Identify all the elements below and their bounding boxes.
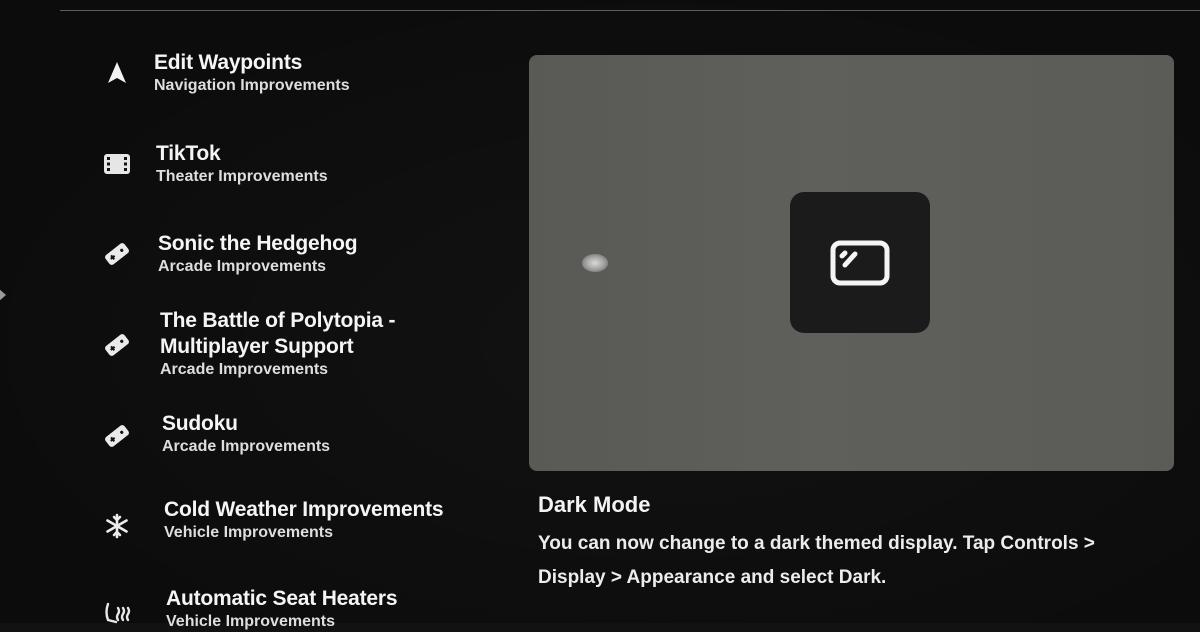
release-notes-list: Edit Waypoints Navigation Improvements T… bbox=[100, 0, 500, 630]
screen-glare bbox=[582, 254, 608, 272]
release-item-title: TikTok bbox=[156, 142, 221, 165]
display-appearance-icon bbox=[830, 240, 890, 285]
release-item-subtitle: Arcade Improvements bbox=[158, 258, 327, 275]
release-item-title: Edit Waypoints bbox=[154, 51, 303, 74]
arcade-controller-icon bbox=[100, 330, 134, 360]
feature-description: You can now change to a dark themed disp… bbox=[538, 533, 1095, 588]
release-item-title: Automatic Seat Heaters bbox=[166, 587, 398, 610]
arcade-controller-icon bbox=[100, 239, 134, 269]
release-item-title: Sonic the Hedgehog bbox=[158, 232, 358, 255]
release-item-title: Cold Weather Improvements bbox=[164, 498, 444, 521]
feature-preview-panel bbox=[529, 55, 1174, 471]
release-item-title-line2: Multiplayer Support bbox=[160, 335, 354, 358]
collapse-arrow-icon[interactable] bbox=[0, 288, 6, 302]
navigation-arrow-icon bbox=[100, 58, 134, 88]
release-item-title: The Battle of Polytopia - bbox=[160, 309, 396, 332]
preview-app-tile bbox=[790, 192, 930, 333]
release-item-subtitle: Vehicle Improvements bbox=[164, 524, 333, 541]
snowflake-icon bbox=[100, 511, 134, 541]
arcade-controller-icon bbox=[100, 421, 134, 451]
theater-film-icon bbox=[100, 149, 134, 179]
feature-title: Dark Mode bbox=[538, 492, 651, 517]
release-item-subtitle: Navigation Improvements bbox=[154, 77, 350, 94]
release-item-subtitle: Arcade Improvements bbox=[160, 361, 329, 378]
release-item-subtitle: Theater Improvements bbox=[156, 168, 328, 185]
release-item-title: Sudoku bbox=[162, 412, 238, 435]
release-item-subtitle: Arcade Improvements bbox=[162, 438, 331, 455]
seat-heater-icon bbox=[100, 598, 134, 628]
release-item-subtitle: Vehicle Improvements bbox=[166, 613, 335, 630]
